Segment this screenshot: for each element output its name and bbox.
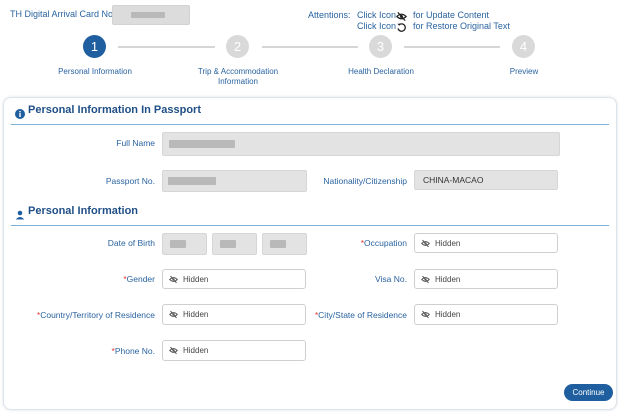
click-icon-text: Click Icon [357,10,397,20]
phone-input[interactable]: Hidden [162,340,306,361]
hidden-value: Hidden [435,310,461,319]
step-4-circle[interactable]: 4 [512,35,535,58]
visa-no-label: Visa No. [375,274,407,284]
city-label: *City/State of Residence [300,310,407,320]
eye-off-icon[interactable] [169,310,178,319]
eye-off-icon[interactable] [169,346,178,355]
masked-value [270,240,286,248]
continue-button[interactable]: Continue [564,384,613,401]
occupation-label-text: Occupation [364,238,407,248]
restore-icon [396,20,407,38]
dob-day-field [162,233,207,255]
step-4-label: Preview [509,67,539,76]
step-3-label: Health Declaration [348,67,414,76]
masked-value [170,240,186,248]
masked-value [220,240,236,248]
dob-year-field [262,233,307,255]
phone-label: *Phone No. [60,346,155,356]
card-number-label: TH Digital Arrival Card No. [10,9,116,19]
step-connector [118,46,215,48]
personal-section-title: Personal Information [28,205,139,217]
dob-month-field [212,233,257,255]
hidden-value: Hidden [183,346,209,355]
dob-label: Date of Birth [107,238,155,248]
eye-off-icon[interactable] [421,275,430,284]
step-3-circle[interactable]: 3 [369,35,392,58]
masked-value [131,12,165,18]
masked-value [168,177,216,185]
click-icon-text-2: Click Icon [357,21,397,31]
step-2-circle[interactable]: 2 [226,35,249,58]
eye-off-icon[interactable] [421,310,430,319]
update-content-text: for Update Content [413,10,490,20]
hidden-value: Hidden [435,274,461,284]
country-label: *Country/Territory of Residence [20,310,155,320]
gender-input[interactable]: Hidden [162,269,306,289]
country-label-text: Country/Territory of Residence [40,310,155,320]
restore-text: for Restore Original Text [413,21,510,31]
card-number-field [112,5,190,25]
step-connector [262,46,358,48]
nationality-field: CHINA-MACAO [414,170,558,190]
section-divider [11,124,609,125]
masked-value [169,140,235,148]
info-icon [15,106,25,124]
country-input[interactable]: Hidden [162,304,306,325]
city-input[interactable]: Hidden [414,304,558,325]
eye-off-icon[interactable] [421,239,430,248]
occupation-label: *Occupation [320,238,407,248]
hidden-value: Hidden [183,310,209,319]
hidden-value: Hidden [435,238,461,248]
full-name-label: Full Name [116,138,155,148]
person-icon [15,207,25,225]
hidden-value: Hidden [183,274,209,284]
step-2-label: Trip & Accommodation Information [197,67,279,86]
city-label-text: City/State of Residence [318,310,407,320]
visa-no-input[interactable]: Hidden [414,269,558,289]
passport-no-field [162,170,307,192]
occupation-input[interactable]: Hidden [414,233,558,253]
passport-no-label: Passport No. [105,176,155,186]
passport-section-title: Personal Information In Passport [28,104,201,116]
nationality-label: Nationality/Citizenship [323,176,407,186]
full-name-field [162,132,560,156]
step-1-label: Personal Information [58,67,132,76]
eye-off-icon[interactable] [169,275,178,284]
step-1-circle[interactable]: 1 [83,35,106,58]
attentions-label: Attentions: [308,10,351,20]
step-connector [404,46,500,48]
gender-label: *Gender [60,274,155,284]
section-divider [11,225,609,226]
phone-label-text: Phone No. [114,346,155,356]
gender-label-text: Gender [126,274,155,284]
